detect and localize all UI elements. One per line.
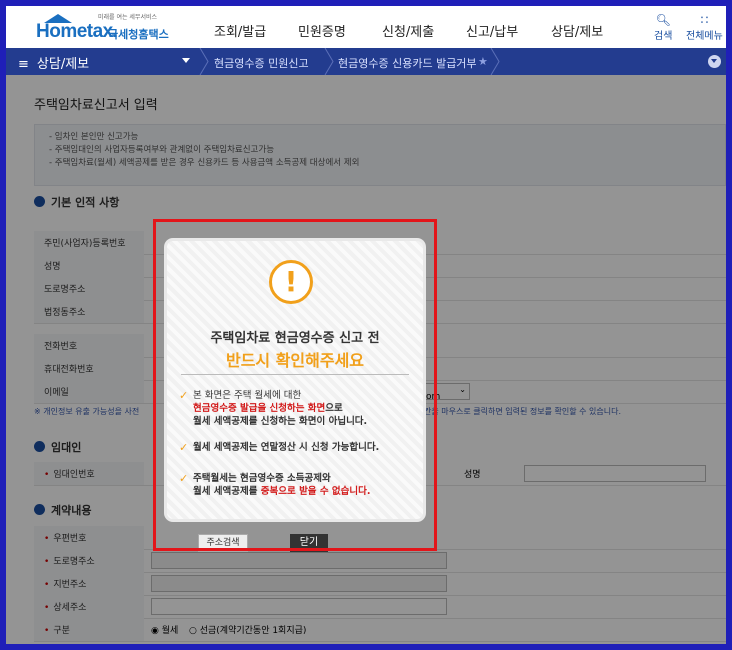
all-menu-label: 전체메뉴 [686, 31, 723, 42]
chevron-separator-icon [199, 48, 209, 75]
favorite-star-icon[interactable]: ★ [478, 55, 488, 68]
menu-dropdown[interactable]: ≡ 상담/제보 [18, 53, 89, 72]
hometax-logo[interactable]: 미래를 여는 세무서비스 Hometax. 국세청홈택스 [34, 12, 174, 42]
grid-icon: ∷ [700, 13, 709, 27]
menu-label: 상담/제보 [36, 57, 90, 72]
chevron-separator-icon [324, 48, 334, 75]
expand-circle-icon[interactable] [708, 55, 721, 68]
all-menu-button[interactable]: ∷ 전체메뉴 [686, 13, 723, 43]
header: 미래를 여는 세무서비스 Hometax. 국세청홈택스 조회/발급 민원증명 … [6, 6, 726, 49]
nav-certificate[interactable]: 민원증명 [298, 21, 346, 40]
dropdown-arrow-icon[interactable] [182, 58, 190, 63]
brand-logo-kr: 국세청홈택스 [108, 28, 169, 41]
nav-consult[interactable]: 상담/제보 [551, 21, 603, 40]
brand-tagline: 미래를 여는 세무서비스 [98, 14, 158, 21]
breadcrumb-bar: ≡ 상담/제보 현금영수증 민원신고 현금영수증 신용카드 발급거부 ★ [6, 48, 726, 75]
breadcrumb-item-current[interactable]: 현금영수증 신용카드 발급거부 [338, 55, 477, 71]
nav-apply[interactable]: 신청/제출 [382, 21, 434, 40]
search-label: 검색 [654, 31, 673, 42]
brand-logo-text: Hometax. [36, 21, 118, 42]
nav-inquiry[interactable]: 조회/발급 [214, 21, 266, 40]
search-button[interactable]: 🔍︎ 검색 [654, 13, 673, 43]
breadcrumb-item[interactable]: 현금영수증 민원신고 [214, 55, 309, 71]
highlight-box [153, 219, 437, 551]
chevron-separator-icon [490, 48, 500, 75]
search-icon: 🔍︎ [655, 13, 671, 27]
browser-frame: 미래를 여는 세무서비스 Hometax. 국세청홈택스 조회/발급 민원증명 … [6, 6, 726, 644]
hamburger-icon: ≡ [18, 57, 29, 72]
nav-report[interactable]: 신고/납부 [466, 21, 518, 40]
